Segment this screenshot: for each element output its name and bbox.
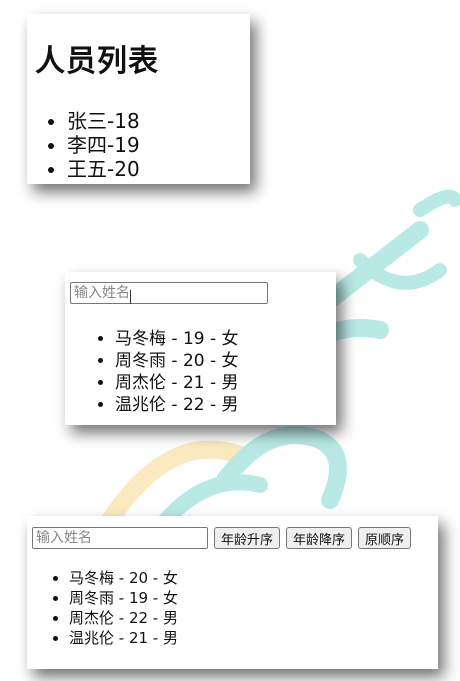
filter-list-card: 马冬梅 - 19 - 女 周冬雨 - 20 - 女 周杰伦 - 21 - 男 温… [65, 272, 336, 425]
person-list-card: 人员列表 张三-18 李四-19 王五-20 [27, 14, 250, 184]
search-input[interactable] [32, 527, 208, 549]
sort-age-desc-button[interactable]: 年龄降序 [286, 527, 353, 549]
original-order-button[interactable]: 原顺序 [358, 527, 412, 549]
toolbar: 年龄升序 年龄降序 原顺序 [32, 527, 412, 549]
sort-list-card: 年龄升序 年龄降序 原顺序 马冬梅 - 20 - 女 周冬雨 - 19 - 女 … [27, 516, 438, 669]
list-item: 李四-19 [67, 133, 140, 157]
search-input[interactable] [70, 282, 268, 304]
list-item: 周杰伦 - 21 - 男 [115, 372, 239, 394]
filtered-person-list: 马冬梅 - 19 - 女 周冬雨 - 20 - 女 周杰伦 - 21 - 男 温… [115, 328, 239, 416]
text-cursor-icon [130, 290, 131, 304]
list-item: 温兆伦 - 21 - 男 [69, 628, 178, 648]
list-item: 王五-20 [67, 157, 140, 181]
page-title: 人员列表 [35, 44, 159, 79]
list-item: 马冬梅 - 19 - 女 [115, 328, 239, 350]
sort-age-asc-button[interactable]: 年龄升序 [214, 527, 281, 549]
sorted-person-list: 马冬梅 - 20 - 女 周冬雨 - 19 - 女 周杰伦 - 22 - 男 温… [69, 568, 178, 648]
list-item: 温兆伦 - 22 - 男 [115, 394, 239, 416]
person-list: 张三-18 李四-19 王五-20 [67, 109, 140, 181]
list-item: 周冬雨 - 19 - 女 [69, 588, 178, 608]
list-item: 周冬雨 - 20 - 女 [115, 350, 239, 372]
list-item: 张三-18 [67, 109, 140, 133]
list-item: 马冬梅 - 20 - 女 [69, 568, 178, 588]
list-item: 周杰伦 - 22 - 男 [69, 608, 178, 628]
